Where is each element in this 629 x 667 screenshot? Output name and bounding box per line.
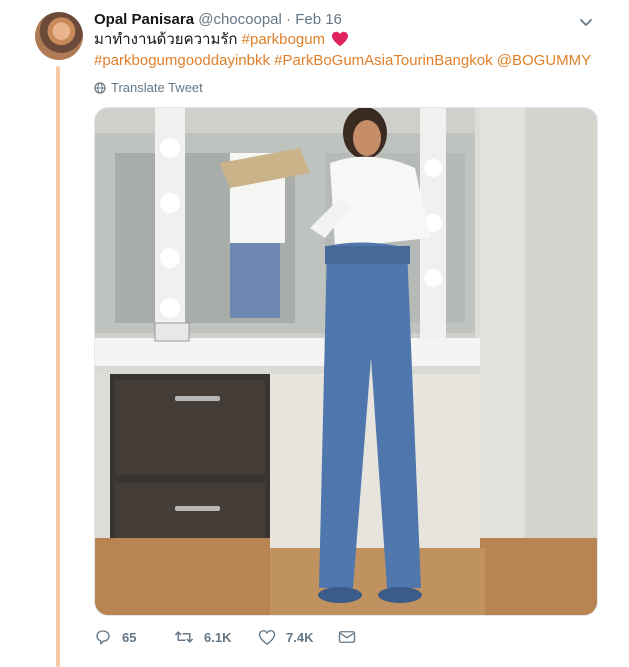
globe-icon: [94, 81, 106, 94]
heart-emoji: [332, 31, 349, 47]
retweet-icon: [175, 631, 193, 643]
thread-line: [56, 66, 60, 667]
caret-down-icon[interactable]: [578, 14, 594, 30]
tweet-text: มาทำงานด้วยความรัก: [94, 31, 238, 48]
tweet-date[interactable]: Feb 16: [295, 11, 342, 28]
retweet-count: 6.1K: [204, 629, 232, 645]
author-handle[interactable]: @chocoopal: [198, 11, 282, 28]
tweet-text-line-1: มาทำงานด้วยความรัก #parkbogum: [94, 30, 349, 50]
heart-icon: [258, 629, 276, 645]
like-count: 7.4K: [286, 629, 314, 645]
hashtag-link[interactable]: #parkbogum: [242, 31, 325, 48]
tweet-text-line-2: #parkbogumgooddayinbkk #ParkBoGumAsiaTou…: [94, 51, 591, 71]
reply-count: 65: [122, 629, 137, 645]
translate-label: Translate Tweet: [111, 80, 203, 95]
translate-tweet[interactable]: Translate Tweet: [94, 80, 203, 95]
retweet-button[interactable]: 6.1K: [174, 628, 258, 646]
direct-message-button[interactable]: [338, 629, 356, 645]
tweet-photo[interactable]: [94, 107, 598, 616]
mention-link[interactable]: @BOGUMMY: [497, 52, 591, 69]
tweet-header: Opal Panisara @chocoopal · Feb 16: [94, 11, 342, 29]
hashtag-link[interactable]: #ParkBoGumAsiaTourinBangkok: [274, 52, 492, 69]
avatar[interactable]: [35, 12, 83, 60]
reply-icon: [96, 630, 110, 645]
meta-separator: ·: [286, 11, 292, 28]
dm-icon: [338, 631, 356, 643]
reply-button[interactable]: 65: [94, 628, 174, 646]
tweet-actions: 65 6.1K 7.4K: [94, 627, 356, 647]
photo-illustration: [95, 108, 597, 615]
hashtag-link[interactable]: #parkbogumgooddayinbkk: [94, 52, 270, 69]
author-name[interactable]: Opal Panisara: [94, 11, 194, 28]
like-button[interactable]: 7.4K: [258, 629, 338, 646]
